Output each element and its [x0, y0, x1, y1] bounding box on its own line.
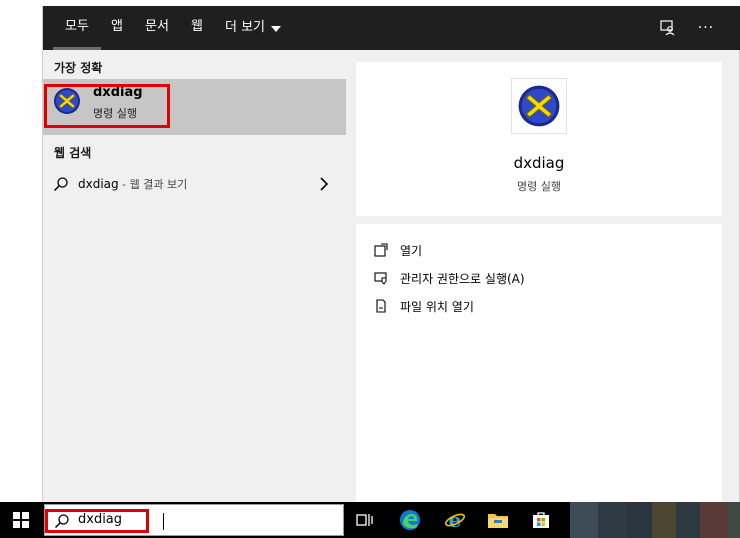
search-icon [54, 514, 69, 529]
more-options-icon[interactable]: ··· [691, 6, 721, 50]
tab-more-label: 더 보기 [225, 20, 266, 35]
chevron-right-icon [320, 177, 329, 191]
action-list: 열기 관리자 권한으로 실행(A) 파일 위치 열기 [356, 224, 722, 502]
blurred-tray-tile [570, 502, 598, 538]
start-button[interactable] [0, 502, 42, 538]
svg-text:e: e [449, 509, 462, 531]
blurred-tray-tile [700, 502, 728, 538]
preview-card: dxdiag 명령 실행 [356, 62, 722, 216]
blurred-tray-tile [652, 502, 676, 538]
taskbar-search-input[interactable]: dxdiag [78, 512, 122, 527]
task-view-icon [356, 514, 373, 526]
internet-explorer-icon: e [444, 509, 466, 531]
task-view-button[interactable] [348, 502, 382, 538]
file-location-icon [376, 299, 386, 313]
run-as-admin-icon [374, 272, 387, 285]
taskbar: dxdiag e [0, 502, 740, 538]
open-action[interactable]: 열기 [374, 240, 422, 260]
open-icon [374, 243, 388, 257]
store-button[interactable] [524, 502, 558, 538]
open-file-location-action[interactable]: 파일 위치 열기 [374, 296, 474, 316]
results-list: 가장 정확 dxdiag 명령 실행 웹 검색 dxdiag - 웹 결과 보기 [43, 50, 346, 502]
edge-button[interactable] [393, 502, 427, 538]
web-search-query: dxdiag [78, 177, 119, 191]
directx-icon [518, 85, 560, 127]
blurred-tray-tile [626, 502, 652, 538]
filter-tab-bar: 모두 앱 문서 웹 더 보기 ··· [43, 6, 740, 50]
text-cursor [163, 513, 164, 530]
screen: 모두 앱 문서 웹 더 보기 ··· 가장 정확 dxdiag 명령 실행 웹 … [0, 0, 740, 538]
preview-title: dxdiag [513, 154, 565, 172]
start-icon [13, 512, 29, 528]
internet-explorer-button[interactable]: e [438, 502, 472, 538]
open-action-label: 열기 [400, 243, 423, 258]
blurred-tray-tile [598, 502, 626, 538]
best-match-item[interactable]: dxdiag 명령 실행 [43, 79, 346, 135]
search-icon [53, 177, 68, 192]
tab-apps[interactable]: 앱 [111, 6, 123, 50]
preview-pane: dxdiag 명령 실행 열기 관리자 권한으로 실행(A) 파일 위치 열기 [356, 62, 722, 502]
file-explorer-button[interactable] [481, 502, 515, 538]
feedback-icon[interactable] [653, 6, 683, 50]
blurred-tray-tile [728, 502, 740, 538]
taskbar-search-box[interactable]: dxdiag [44, 504, 344, 536]
preview-subtitle: 명령 실행 [517, 180, 561, 193]
edge-icon [400, 510, 420, 530]
tab-web[interactable]: 웹 [191, 6, 203, 50]
directx-icon [54, 88, 80, 114]
store-icon [533, 512, 549, 528]
run-as-admin-label: 관리자 권한으로 실행(A) [400, 271, 525, 286]
tab-documents[interactable]: 문서 [145, 6, 169, 50]
tab-all[interactable]: 모두 [53, 6, 101, 50]
tab-more[interactable]: 더 보기 [225, 6, 282, 50]
blurred-tray-tile [676, 502, 700, 538]
run-as-admin-action[interactable]: 관리자 권한으로 실행(A) [374, 268, 525, 288]
search-panel: 모두 앱 문서 웹 더 보기 ··· 가장 정확 dxdiag 명령 실행 웹 … [42, 6, 740, 502]
web-search-suffix: - 웹 결과 보기 [118, 178, 188, 191]
best-match-title: dxdiag [93, 85, 143, 100]
file-location-label: 파일 위치 열기 [400, 299, 474, 314]
web-search-heading: 웹 검색 [54, 146, 92, 160]
preview-icon-frame [511, 78, 567, 134]
best-match-subtitle: 명령 실행 [93, 107, 137, 120]
file-explorer-icon [488, 514, 508, 528]
web-search-item[interactable]: dxdiag - 웹 결과 보기 [43, 170, 346, 200]
best-match-heading: 가장 정확 [54, 61, 103, 75]
chevron-down-icon [271, 26, 282, 32]
